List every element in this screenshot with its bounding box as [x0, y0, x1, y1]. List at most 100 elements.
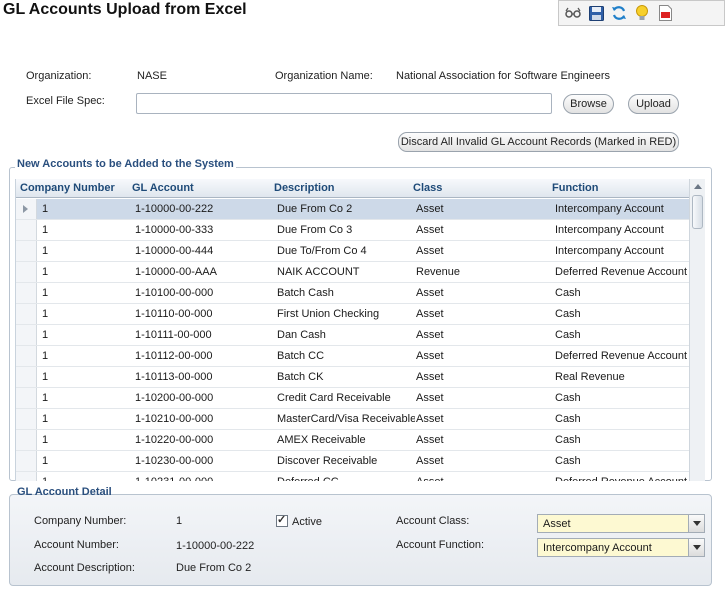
account-class-label: Account Class:	[396, 515, 470, 527]
table-row[interactable]: 1 1-10000-00-333 Due From Co 3 Asset Interco…	[16, 220, 690, 241]
current-row-arrow-icon	[23, 205, 28, 213]
row-indicator[interactable]	[16, 451, 37, 471]
cell-class: Asset	[416, 392, 444, 404]
table-row[interactable]: 1 1-10112-00-000 Batch CC Asset Deferred Rev…	[16, 346, 690, 367]
account-number-value: 1-10000-00-222	[176, 540, 255, 552]
cell-company-number: 1	[42, 476, 122, 481]
cell-company-number: 1	[42, 224, 49, 236]
column-header-function[interactable]: Function	[552, 182, 598, 194]
row-indicator[interactable]	[16, 409, 37, 429]
cell-class: Asset	[416, 224, 444, 236]
page-title: GL Accounts Upload from Excel	[3, 1, 247, 18]
cell-description: Due From Co 2	[277, 203, 353, 215]
cell-class: Asset	[416, 350, 444, 362]
row-indicator[interactable]	[16, 199, 37, 219]
table-row[interactable]: 1 1-10110-00-000 First Union Checking Asset…	[16, 304, 690, 325]
company-number-value: 1	[176, 515, 183, 527]
pdf-icon[interactable]	[655, 3, 675, 23]
row-indicator[interactable]	[16, 367, 37, 387]
refresh-icon[interactable]	[609, 3, 629, 23]
upload-button[interactable]: Upload	[628, 94, 679, 114]
cell-class: Asset	[416, 287, 444, 299]
glasses-icon[interactable]	[563, 3, 583, 23]
cell-company-number: 1	[42, 392, 49, 404]
account-function-dropdown-button[interactable]	[688, 539, 704, 556]
cell-gl-account: 1-10000-00-444	[135, 245, 214, 257]
cell-company-number: 1	[42, 413, 49, 425]
table-row[interactable]: 1 1-10220-00-000 AMEX Receivable Asset Cash	[16, 430, 690, 451]
cell-description: Due From Co 3	[277, 224, 353, 236]
cell-description: Discover Receivable	[277, 455, 378, 467]
cell-class: Asset	[416, 245, 444, 257]
row-indicator[interactable]	[16, 262, 37, 282]
cell-gl-account: 1-10111-00-000	[135, 329, 212, 341]
cell-function: Real Revenue	[555, 371, 625, 383]
save-icon[interactable]	[586, 3, 606, 23]
company-number-label: Company Number:	[34, 515, 127, 527]
column-header-class[interactable]: Class	[413, 182, 442, 194]
table-row[interactable]: 1 1-10000-00-222 Due From Co 2 Asset Interco…	[16, 199, 690, 220]
cell-description: Credit Card Receivable	[277, 392, 391, 404]
row-indicator[interactable]	[16, 220, 37, 240]
column-header-company-number[interactable]: Company Number	[20, 182, 115, 194]
cell-gl-account: 1-10110-00-000	[135, 308, 213, 320]
table-row[interactable]: 1 1-10100-00-000 Batch Cash Asset Cash	[16, 283, 690, 304]
table-row[interactable]: 1 1-10000-00-AAA NAIK ACCOUNT Revenue Deferr…	[16, 262, 690, 283]
row-indicator[interactable]	[16, 304, 37, 324]
lightbulb-icon[interactable]	[632, 3, 652, 23]
row-indicator[interactable]	[16, 430, 37, 450]
row-indicator[interactable]	[16, 241, 37, 261]
cell-class: Asset	[416, 203, 444, 215]
cell-company-number: 1	[42, 434, 49, 446]
accounts-grid: Company Number GL Account Description Cl…	[15, 179, 705, 481]
grid-header: Company Number GL Account Description Cl…	[16, 179, 690, 198]
cell-description: Deferred CC	[277, 476, 415, 481]
cell-function: Deferred Revenue Account	[555, 266, 688, 278]
table-row[interactable]: 1 1-10210-00-000 MasterCard/Visa Receivabl…	[16, 409, 690, 430]
account-class-select[interactable]: Asset	[537, 514, 705, 533]
cell-company-number: 1	[42, 350, 49, 362]
row-indicator[interactable]	[16, 388, 37, 408]
cell-description: First Union Checking	[277, 308, 380, 320]
cell-gl-account: 1-10113-00-000	[135, 371, 213, 383]
table-row[interactable]: 1 1-10200-00-000 Credit Card Receivable Ass…	[16, 388, 690, 409]
active-checkbox[interactable]: ✓	[276, 514, 288, 527]
excel-file-spec-input[interactable]	[136, 93, 552, 114]
browse-button[interactable]: Browse	[563, 94, 614, 114]
table-row[interactable]: 1 1-10113-00-000 Batch CK Asset Real Revenue	[16, 367, 690, 388]
cell-description: Due To/From Co 4	[277, 245, 367, 257]
discard-invalid-button[interactable]: Discard All Invalid GL Account Records (…	[398, 132, 679, 152]
cell-gl-account: 1-10000-00-222	[135, 203, 214, 215]
column-header-description[interactable]: Description	[274, 182, 335, 194]
account-function-select[interactable]: Intercompany Account	[537, 538, 705, 557]
cell-company-number: 1	[42, 329, 49, 341]
cell-function: Deferred Revenue Account	[555, 476, 690, 481]
cell-function: Cash	[555, 455, 581, 467]
cell-description: Dan Cash	[277, 329, 326, 341]
column-header-gl-account[interactable]: GL Account	[132, 182, 194, 194]
account-class-dropdown-button[interactable]	[688, 515, 704, 532]
table-row[interactable]: 1 1-10111-00-000 Dan Cash Asset Cash	[16, 325, 690, 346]
grid-vertical-scrollbar[interactable]	[689, 179, 705, 481]
cell-class: Asset	[416, 308, 444, 320]
cell-company-number: 1	[42, 287, 49, 299]
table-row[interactable]: 1 1-10000-00-444 Due To/From Co 4 Asset Inte…	[16, 241, 690, 262]
row-indicator[interactable]	[16, 325, 37, 345]
cell-description: Batch Cash	[277, 287, 334, 299]
cell-gl-account: 1-10231-00-000	[135, 476, 265, 481]
cell-gl-account: 1-10000-00-AAA	[135, 266, 217, 278]
scroll-thumb[interactable]	[692, 195, 703, 229]
cell-company-number: 1	[42, 455, 49, 467]
scroll-up-arrow-icon[interactable]	[694, 184, 702, 189]
table-row[interactable]: 1 1-10230-00-000 Discover Receivable Asset C…	[16, 451, 690, 472]
cell-class: Asset	[416, 413, 444, 425]
table-row[interactable]: 1 1-10231-00-000 Deferred CCAsset Deferred …	[16, 472, 690, 481]
row-indicator[interactable]	[16, 346, 37, 366]
cell-gl-account: 1-10210-00-000	[135, 413, 214, 425]
row-indicator[interactable]	[16, 472, 37, 481]
cell-gl-account: 1-10100-00-000	[135, 287, 214, 299]
cell-function: Intercompany Account	[555, 224, 664, 236]
row-indicator[interactable]	[16, 283, 37, 303]
cell-description: Batch CK	[277, 371, 324, 383]
cell-function: Cash	[555, 413, 581, 425]
